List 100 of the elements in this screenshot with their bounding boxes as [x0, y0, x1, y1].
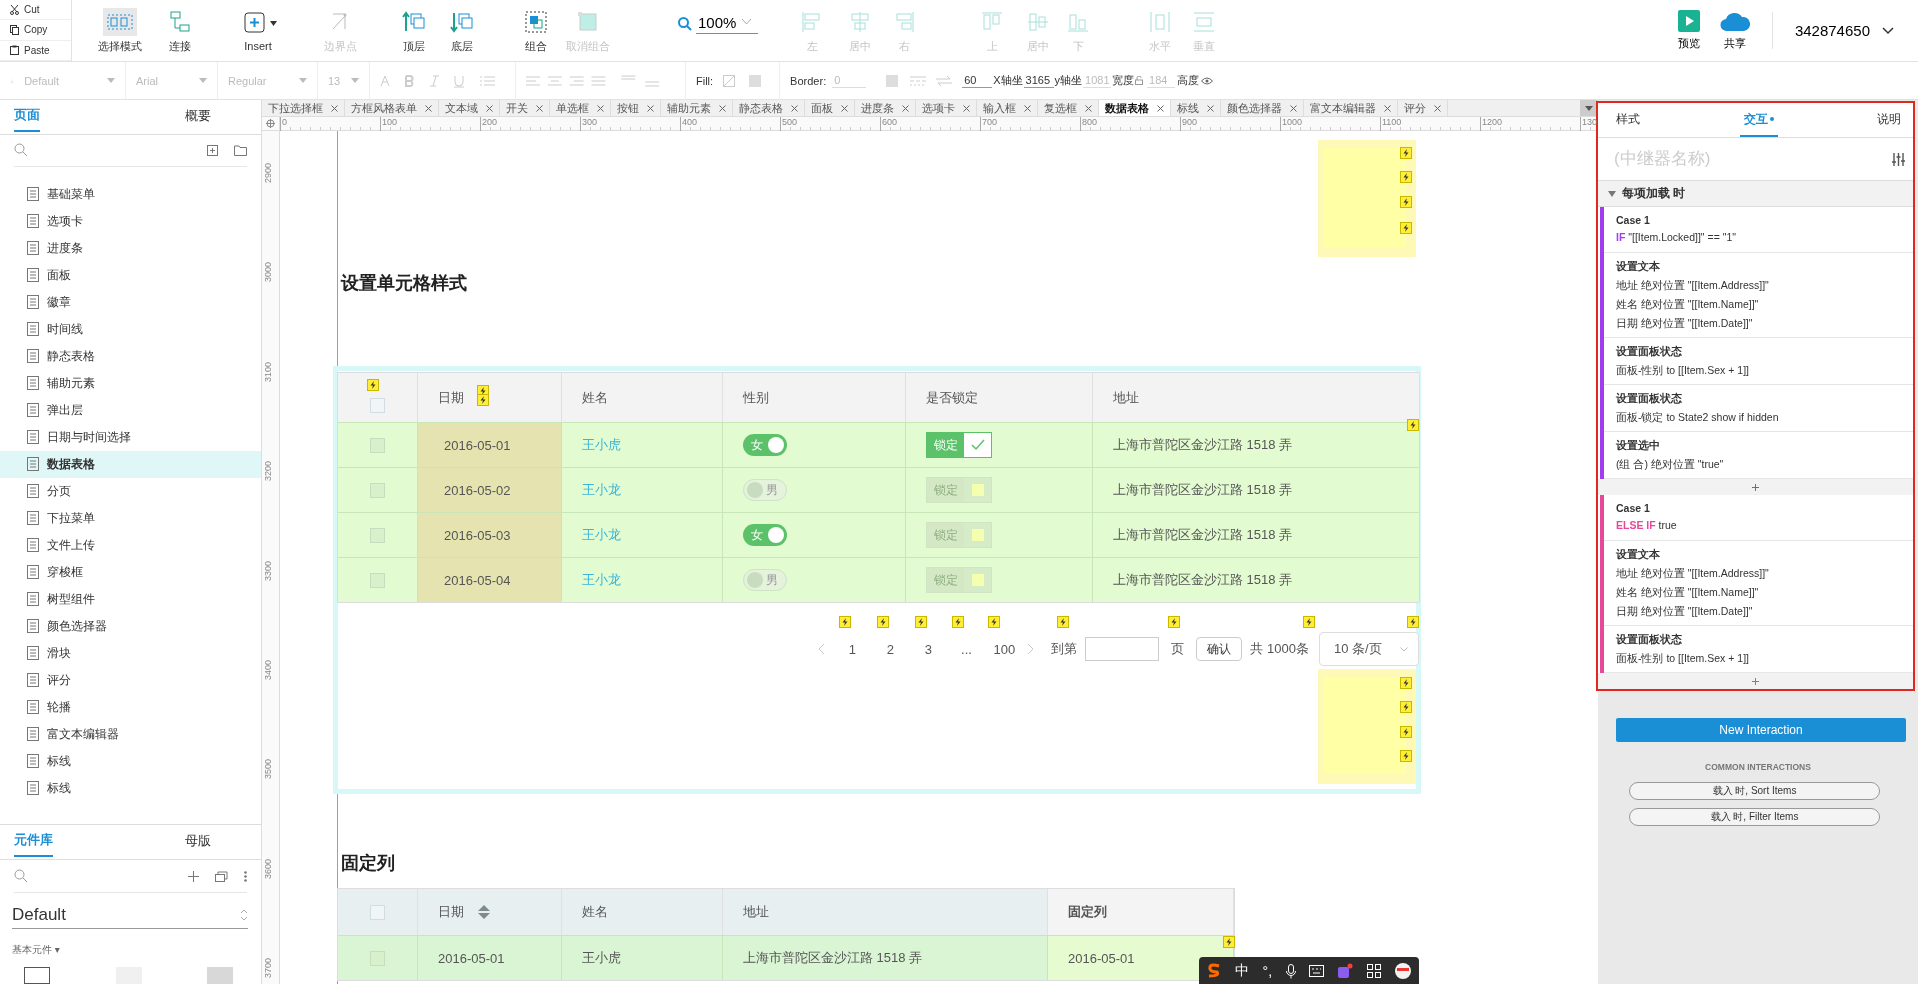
widget-thumbnail[interactable]: [24, 967, 50, 984]
lightning-icon[interactable]: [1400, 147, 1412, 159]
close-icon[interactable]: [597, 105, 604, 112]
library-dropdown[interactable]: Default: [12, 901, 248, 929]
column-header[interactable]: 固定列: [1048, 889, 1234, 935]
lightning-icon[interactable]: [1400, 726, 1412, 738]
page-input[interactable]: [1085, 637, 1160, 661]
copy-button[interactable]: Copy: [0, 20, 71, 41]
page-item[interactable]: 进度条: [0, 235, 261, 262]
close-icon[interactable]: [1085, 105, 1092, 112]
page-link[interactable]: ...: [947, 641, 986, 657]
insert-tool-button[interactable]: Insert: [236, 0, 280, 61]
page-size-dropdown[interactable]: 10 条/页: [1319, 632, 1419, 666]
checkbox[interactable]: [370, 904, 385, 920]
filter-settings-icon[interactable]: [1892, 152, 1905, 166]
checkbox[interactable]: [370, 437, 385, 453]
punctuation-mode[interactable]: °,: [1262, 963, 1273, 979]
close-icon[interactable]: [1024, 105, 1031, 112]
lightning-icon[interactable]: [1303, 616, 1315, 628]
lightning-icon[interactable]: [839, 616, 851, 628]
lightning-icon[interactable]: [915, 616, 927, 628]
lightning-icon[interactable]: [1407, 419, 1419, 431]
group-tool-button[interactable]: 组合: [514, 0, 558, 61]
y-field[interactable]: 3165: [1023, 73, 1054, 88]
page-link[interactable]: 1: [833, 641, 872, 657]
page-item[interactable]: 穿梭框: [0, 559, 261, 586]
lightning-icon[interactable]: [1057, 616, 1069, 628]
close-icon[interactable]: [719, 105, 726, 112]
lightning-icon[interactable]: [1400, 196, 1412, 208]
inspector-tab[interactable]: 说明: [1873, 103, 1905, 137]
duplicate-icon[interactable]: [215, 870, 228, 882]
page-link[interactable]: 2: [871, 641, 910, 657]
front-tool-button[interactable]: 顶层: [392, 0, 436, 61]
section-label[interactable]: 基本元件 ▾: [12, 943, 249, 957]
lightning-icon[interactable]: [1400, 222, 1412, 234]
lightning-icon[interactable]: [1168, 616, 1180, 628]
close-icon[interactable]: [536, 105, 543, 112]
close-icon[interactable]: [647, 105, 654, 112]
page-item[interactable]: 颜色选择器: [0, 613, 261, 640]
column-header[interactable]: 性别: [723, 373, 906, 422]
close-icon[interactable]: [425, 105, 432, 112]
checkbox[interactable]: [370, 482, 385, 498]
column-header[interactable]: 日期: [418, 373, 562, 422]
checkbox[interactable]: [370, 527, 385, 543]
input-mode[interactable]: 中: [1235, 962, 1250, 980]
document-tab[interactable]: 数据表格: [1099, 100, 1171, 116]
lightning-icon[interactable]: [1400, 171, 1412, 183]
page-item[interactable]: 树型组件: [0, 586, 261, 613]
plus-icon[interactable]: [188, 870, 199, 882]
border-color-icon[interactable]: [886, 74, 899, 87]
add-page-icon[interactable]: [207, 145, 218, 156]
page-item[interactable]: 评分: [0, 667, 261, 694]
column-header[interactable]: 地址: [1093, 373, 1420, 422]
page-item[interactable]: 富文本编辑器: [0, 721, 261, 748]
page-item[interactable]: 静态表格: [0, 343, 261, 370]
close-icon[interactable]: [841, 105, 848, 112]
avatar-icon[interactable]: [1394, 962, 1413, 980]
panel-tab[interactable]: 概要: [134, 100, 261, 134]
panel-tab[interactable]: 页面: [0, 100, 135, 134]
page-item[interactable]: 日期与时间选择: [0, 424, 261, 451]
close-icon[interactable]: [1290, 105, 1297, 112]
back-tool-button[interactable]: 底层: [440, 0, 484, 61]
inspector-tab[interactable]: 交互: [1739, 103, 1778, 137]
common-interaction-button[interactable]: 载入 时, Sort Items: [1629, 782, 1880, 800]
page-item[interactable]: 文件上传: [0, 532, 261, 559]
keyboard-icon[interactable]: [1308, 965, 1324, 977]
event-header[interactable]: 每项加载 时: [1598, 181, 1913, 207]
page-item[interactable]: 辅助元素: [0, 370, 261, 397]
lightning-icon[interactable]: [1400, 701, 1412, 713]
page-item[interactable]: 滑块: [0, 640, 261, 667]
lock-icon[interactable]: [1135, 76, 1144, 85]
close-icon[interactable]: [963, 105, 970, 112]
more-icon[interactable]: [244, 870, 247, 882]
account-menu[interactable]: 342874650: [1788, 0, 1918, 61]
page-item[interactable]: 选项卡: [0, 208, 261, 235]
common-interaction-button[interactable]: 载入 时, Filter Items: [1629, 808, 1880, 826]
close-icon[interactable]: [1384, 105, 1391, 112]
column-header[interactable]: 姓名: [562, 889, 723, 935]
close-icon[interactable]: [1207, 105, 1214, 112]
zoom-dropdown[interactable]: 100%: [696, 13, 758, 34]
page-item[interactable]: 基础菜单: [0, 181, 261, 208]
add-case-icon[interactable]: [1752, 677, 1759, 685]
page-item[interactable]: 时间线: [0, 316, 261, 343]
page-item[interactable]: 弹出层: [0, 397, 261, 424]
apps-icon[interactable]: [1366, 964, 1381, 978]
column-header[interactable]: 姓名: [562, 373, 723, 422]
lightning-icon[interactable]: [1400, 677, 1412, 689]
share-button[interactable]: 共享: [1711, 0, 1758, 61]
checkbox[interactable]: [370, 572, 385, 588]
close-icon[interactable]: [486, 105, 493, 112]
page-item[interactable]: 徽章: [0, 289, 261, 316]
column-header[interactable]: 日期: [418, 889, 562, 935]
lightning-icon[interactable]: [1223, 936, 1235, 948]
lightning-icon[interactable]: [367, 379, 379, 391]
page-item[interactable]: 标线: [0, 775, 261, 802]
paste-button[interactable]: Paste: [0, 40, 71, 61]
page-item[interactable]: 数据表格: [0, 451, 261, 478]
s-logo-icon[interactable]: [1205, 963, 1222, 979]
new-interaction-button[interactable]: New Interaction: [1616, 718, 1906, 742]
page-link[interactable]: 100: [985, 641, 1024, 657]
